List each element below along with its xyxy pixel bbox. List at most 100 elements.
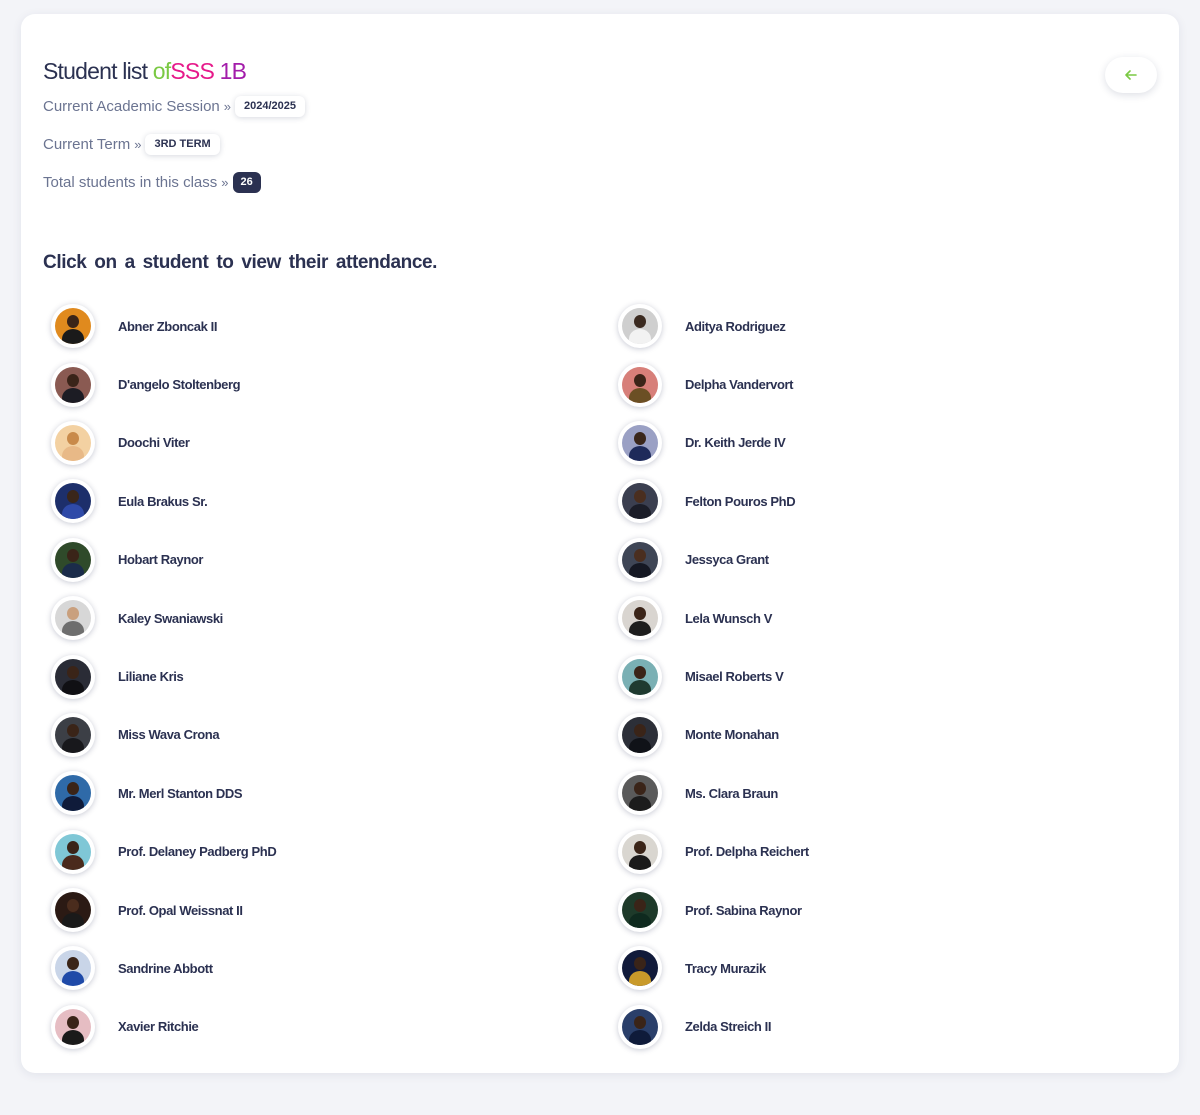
term-row: Current Term » 3RD TERM	[43, 134, 220, 155]
student-item[interactable]: Kaley Swaniawski	[51, 589, 618, 647]
total-count-badge: 26	[232, 172, 261, 193]
avatar-head	[67, 723, 79, 737]
avatar-body	[62, 445, 84, 461]
avatar-head	[67, 315, 79, 329]
avatar	[618, 362, 662, 407]
avatar-photo	[622, 892, 658, 929]
avatar-head	[67, 373, 79, 387]
title-of: of	[152, 58, 171, 84]
student-item[interactable]: Xavier Ritchie	[51, 998, 618, 1056]
avatar-head	[67, 899, 79, 913]
student-item[interactable]: Doochi Viter	[51, 414, 618, 472]
student-item[interactable]: Lela Wunsch V	[618, 589, 1185, 647]
avatar-head	[634, 315, 646, 329]
title-class-arm: 1B	[219, 58, 247, 84]
student-item[interactable]: Aditya Rodriguez	[618, 297, 1185, 355]
student-name: Monte Monahan	[685, 727, 779, 743]
avatar	[51, 479, 95, 524]
avatar	[618, 537, 662, 582]
avatar	[51, 304, 95, 349]
student-name: Ms. Clara Braun	[685, 785, 778, 801]
student-item[interactable]: Felton Pouros PhD	[618, 472, 1185, 530]
avatar-head	[67, 957, 79, 971]
student-name: Liliane Kris	[118, 669, 184, 685]
avatar-photo	[55, 716, 91, 753]
avatar	[51, 537, 95, 582]
avatar-head	[634, 957, 646, 971]
avatar-body	[629, 913, 651, 929]
avatar-body	[62, 1029, 84, 1045]
student-item[interactable]: Miss Wava Crona	[51, 706, 618, 764]
avatar-head	[634, 782, 646, 796]
avatar-photo	[622, 658, 658, 695]
avatar-head	[67, 840, 79, 854]
avatar-body	[629, 679, 651, 695]
session-row: Current Academic Session » 2024/2025	[43, 96, 305, 117]
student-name: D'angelo Stoltenberg	[118, 377, 241, 393]
avatar-body	[62, 971, 84, 987]
avatar-photo	[55, 950, 91, 987]
student-item[interactable]: Prof. Delaney Padberg PhD	[51, 823, 618, 881]
session-label: Current Academic Session	[43, 98, 220, 115]
student-item[interactable]: Prof. Sabina Raynor	[618, 881, 1185, 939]
student-item[interactable]: Liliane Kris	[51, 647, 618, 705]
student-item[interactable]: Hobart Raynor	[51, 531, 618, 589]
student-name: Abner Zboncak II	[118, 318, 218, 334]
avatar	[51, 888, 95, 933]
avatar-body	[629, 562, 651, 578]
student-item[interactable]: Eula Brakus Sr.	[51, 472, 618, 530]
student-item[interactable]: Zelda Streich II	[618, 998, 1185, 1056]
avatar-head	[634, 840, 646, 854]
student-item[interactable]: Ms. Clara Braun	[618, 764, 1185, 822]
avatar-body	[62, 621, 84, 637]
student-name: Prof. Delpha Reichert	[685, 844, 809, 860]
student-name: Tracy Murazik	[685, 960, 766, 976]
avatar-head	[67, 782, 79, 796]
student-item[interactable]: Monte Monahan	[618, 706, 1185, 764]
student-item[interactable]: Sandrine Abbott	[51, 939, 618, 997]
student-item[interactable]: Misael Roberts V	[618, 647, 1185, 705]
student-item[interactable]: Tracy Murazik	[618, 939, 1185, 997]
student-item[interactable]: Jessyca Grant	[618, 531, 1185, 589]
back-button[interactable]	[1105, 57, 1157, 93]
avatar-photo	[55, 541, 91, 578]
avatar-body	[62, 504, 84, 520]
student-list-card: Student list ofSSS 1B Current Academic S…	[21, 14, 1179, 1073]
avatar	[618, 829, 662, 874]
avatar	[51, 362, 95, 407]
student-name: Dr. Keith Jerde IV	[685, 435, 786, 451]
avatar-body	[629, 621, 651, 637]
avatar-head	[634, 1015, 646, 1029]
student-item[interactable]: Delpha Vandervort	[618, 355, 1185, 413]
avatar-body	[62, 329, 84, 345]
avatar-body	[62, 387, 84, 403]
avatar-photo	[622, 600, 658, 637]
avatar-body	[629, 504, 651, 520]
student-item[interactable]: Dr. Keith Jerde IV	[618, 414, 1185, 472]
title-class-level: SSS	[170, 58, 214, 84]
student-name: Delpha Vandervort	[685, 377, 794, 393]
avatar-body	[629, 854, 651, 870]
term-label: Current Term	[43, 136, 131, 153]
student-item[interactable]: Prof. Opal Weissnat II	[51, 881, 618, 939]
avatar-body	[629, 329, 651, 345]
avatar-photo	[55, 658, 91, 695]
avatar-head	[634, 899, 646, 913]
avatar-head	[634, 665, 646, 679]
student-item[interactable]: Prof. Delpha Reichert	[618, 823, 1185, 881]
arrow-left-icon	[1125, 70, 1137, 80]
term-badge: 3RD TERM	[145, 134, 220, 155]
student-item[interactable]: D'angelo Stoltenberg	[51, 355, 618, 413]
avatar	[51, 596, 95, 641]
avatar-photo	[622, 833, 658, 870]
student-item[interactable]: Mr. Merl Stanton DDS	[51, 764, 618, 822]
avatar-body	[629, 445, 651, 461]
avatar-head	[67, 548, 79, 562]
student-name: Xavier Ritchie	[118, 1019, 199, 1035]
student-name: Zelda Streich II	[685, 1019, 772, 1035]
student-item[interactable]: Abner Zboncak II	[51, 297, 618, 355]
avatar-photo	[622, 716, 658, 753]
avatar-body	[62, 913, 84, 929]
avatar-photo	[622, 366, 658, 403]
avatar	[51, 946, 95, 991]
